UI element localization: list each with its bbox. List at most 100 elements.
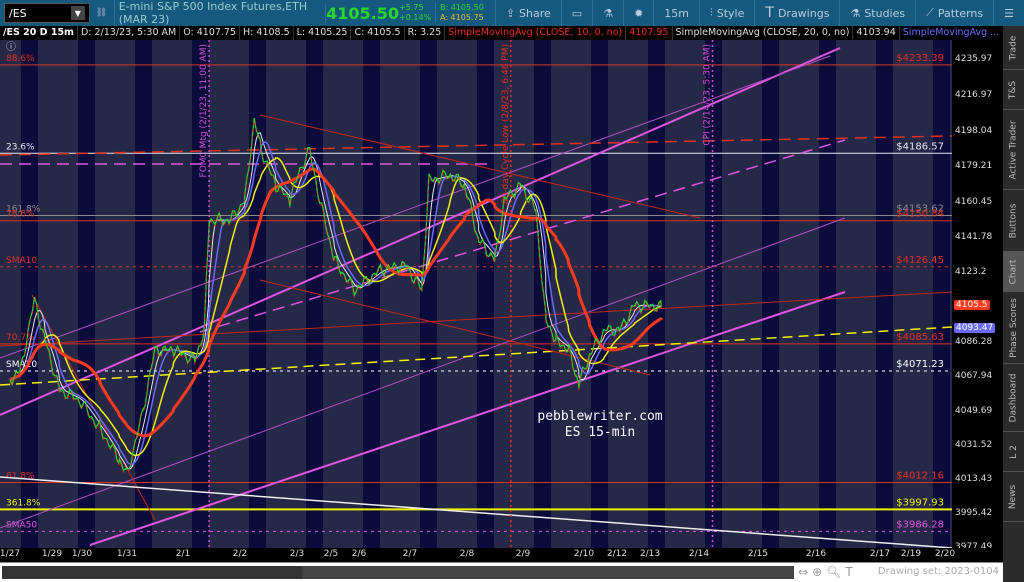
price-tick: 4235.97	[955, 54, 993, 64]
bar-low: L: 4105.25	[294, 26, 352, 40]
drawing-set-label[interactable]: Drawing set: 2023-0104	[878, 566, 999, 577]
patterns-button[interactable]: ⟋ Patterns	[915, 0, 993, 26]
level-right-label: $3997.93	[896, 497, 944, 508]
event-label: CPI (2/14/23, 5:30 AM)	[703, 44, 713, 146]
share-button[interactable]: ⇪ Share	[494, 0, 561, 26]
candle-icon: ⫶	[710, 6, 713, 19]
price-tick: 3995.42	[955, 508, 993, 519]
chart-info-bar: /ES 20 D 15m D: 2/13/23, 5:30 AM O: 4107…	[0, 26, 1024, 40]
date-tick: 2/19	[900, 549, 922, 559]
settings-button[interactable]: ✹	[623, 0, 653, 26]
tab-dashboard[interactable]: Dashboard	[1003, 364, 1024, 432]
date-tick: 1/31	[116, 549, 138, 559]
tab-t-s[interactable]: T&S	[1003, 70, 1024, 110]
zoom-icon[interactable]: 🔍︎	[826, 565, 845, 579]
price-tick: 4067.94	[955, 371, 993, 382]
tab-active-trader[interactable]: Active Trader	[1003, 110, 1024, 190]
alert-button[interactable]: ▭	[560, 0, 592, 26]
date-tick: 2/3	[289, 549, 305, 559]
tab-label: Trade	[1008, 35, 1019, 60]
tab-label: News	[1008, 484, 1019, 509]
tab-buttons[interactable]: Buttons	[1003, 190, 1024, 252]
price-axis[interactable]: 4235.97 4216.97 4198.04 4179.21 4160.45 4141.…	[952, 40, 1003, 560]
tab-label: Buttons	[1008, 203, 1019, 238]
tab-label: Dashboard	[1008, 373, 1019, 422]
scroll-thumb[interactable]	[302, 566, 794, 579]
symbol-value: /ES	[9, 6, 27, 20]
price-tick: 4141.78	[955, 231, 993, 242]
date-tick: 1/27	[0, 549, 21, 559]
session-band	[363, 40, 380, 548]
level-left-label: 23.6%	[6, 142, 35, 152]
drawings-button[interactable]: T Drawings	[754, 0, 839, 26]
date-axis[interactable]: 1/27 1/29 1/30 1/31 2/1 2/2 2/3 2/5 2/6 2/7 2/8 2/9…	[0, 548, 1003, 562]
price-tick: 4049.69	[955, 405, 993, 416]
date-tick: 2/16	[805, 549, 827, 559]
date-tick: 2/8	[459, 549, 475, 559]
bar-high: H: 4108.5	[240, 26, 294, 40]
studies-button[interactable]: ⚗ Studies	[839, 0, 915, 26]
chart-scrollbar[interactable]	[2, 566, 794, 579]
level-right-label: $4071.23	[896, 359, 944, 370]
pan-icon[interactable]: ⇔	[798, 565, 812, 579]
last-price: 4105.50	[325, 3, 399, 23]
date-tick: 1/30	[71, 549, 93, 559]
tab-phase-scores[interactable]: Phase Scores	[1003, 292, 1024, 364]
tab-label: L 2	[1008, 444, 1019, 459]
date-tick: 2/15	[747, 549, 769, 559]
watermark-site: pebblewriter.com	[537, 409, 662, 424]
sma50-label[interactable]: SimpleMovingAvg ...	[900, 26, 1011, 40]
price-tick: 4123.2	[955, 266, 987, 277]
alert-icon[interactable]: ⓘ	[6, 41, 16, 53]
level-right-label: $4085.63	[896, 332, 944, 343]
date-tick: 2/9	[515, 549, 531, 559]
chart-canvas: 88.6% $4233.3923.6% $4186.57161.8% $4153.62…	[0, 40, 952, 548]
sma10-label[interactable]: SimpleMovingAvg (CLOSE, 10, 0, no)	[445, 26, 627, 40]
price-chart[interactable]: 88.6% $4233.39 23.6% $4186.57 161.8% $4153.62…	[0, 40, 952, 548]
link-icon[interactable]: ⛓	[96, 8, 108, 18]
tab-chart[interactable]: Chart	[1003, 252, 1024, 292]
session-band	[420, 40, 437, 548]
level-right-label: $4126.45	[896, 255, 944, 266]
crosshair-icon[interactable]: ⊕	[812, 565, 826, 579]
share-label: Share	[519, 6, 551, 20]
alert-icon: ▭	[571, 6, 583, 20]
date-tick: 2/5	[323, 549, 339, 559]
style-button[interactable]: ⫶ Style	[699, 0, 754, 26]
watermark-caption: ES 15-min	[565, 425, 635, 440]
chevron-down-icon[interactable]: ▼	[70, 6, 85, 20]
session-band	[819, 40, 836, 548]
timeframe-button[interactable]: 15m	[653, 0, 699, 26]
pct-change: +0.14%	[399, 13, 432, 22]
level-right-label: $4150.84	[896, 209, 944, 220]
price-tick: 4179.21	[955, 161, 993, 172]
menu-button[interactable]: ☰	[993, 0, 1024, 26]
tab-l-2[interactable]: L 2	[1003, 432, 1024, 472]
text-t-icon: T	[765, 5, 774, 21]
sma20-label[interactable]: SimpleMovingAvg (CLOSE, 20, 0, no)	[673, 26, 854, 40]
share-icon: ⇪	[505, 6, 516, 20]
date-tick: 2/10	[573, 549, 595, 559]
date-tick: 2/7	[402, 549, 418, 559]
flask-icon: ⚗	[850, 6, 861, 20]
session-band	[477, 40, 494, 548]
level-right-label: $4186.57	[896, 141, 944, 152]
sma10-value: 4107.95	[626, 26, 673, 40]
flask-button[interactable]: ⚗	[592, 0, 623, 26]
symbol-input[interactable]: /ES ▼	[4, 3, 90, 23]
tab-trade[interactable]: Trade	[1003, 26, 1024, 70]
session-band	[78, 40, 95, 548]
bar-range: R: 3.25	[405, 26, 446, 40]
flask-icon: ⚗	[603, 6, 614, 20]
price-badge: 4093.47	[954, 323, 996, 334]
date-tick: 2/6	[351, 549, 367, 559]
tab-label: Chart	[1008, 259, 1019, 284]
tab-news[interactable]: News	[1003, 472, 1024, 522]
chart-scrollbar-bar: ⇔⊕🔍︎T Drawing set: 2023-0104	[0, 562, 1003, 582]
text-t-icon[interactable]: T	[845, 565, 856, 579]
drawings-label: Drawings	[777, 6, 830, 20]
session-band	[591, 40, 608, 548]
tab-label: Phase Scores	[1008, 297, 1019, 358]
pattern-icon: ⟋	[926, 6, 934, 19]
zoom-controls[interactable]: ⇔⊕🔍︎T	[798, 565, 857, 579]
